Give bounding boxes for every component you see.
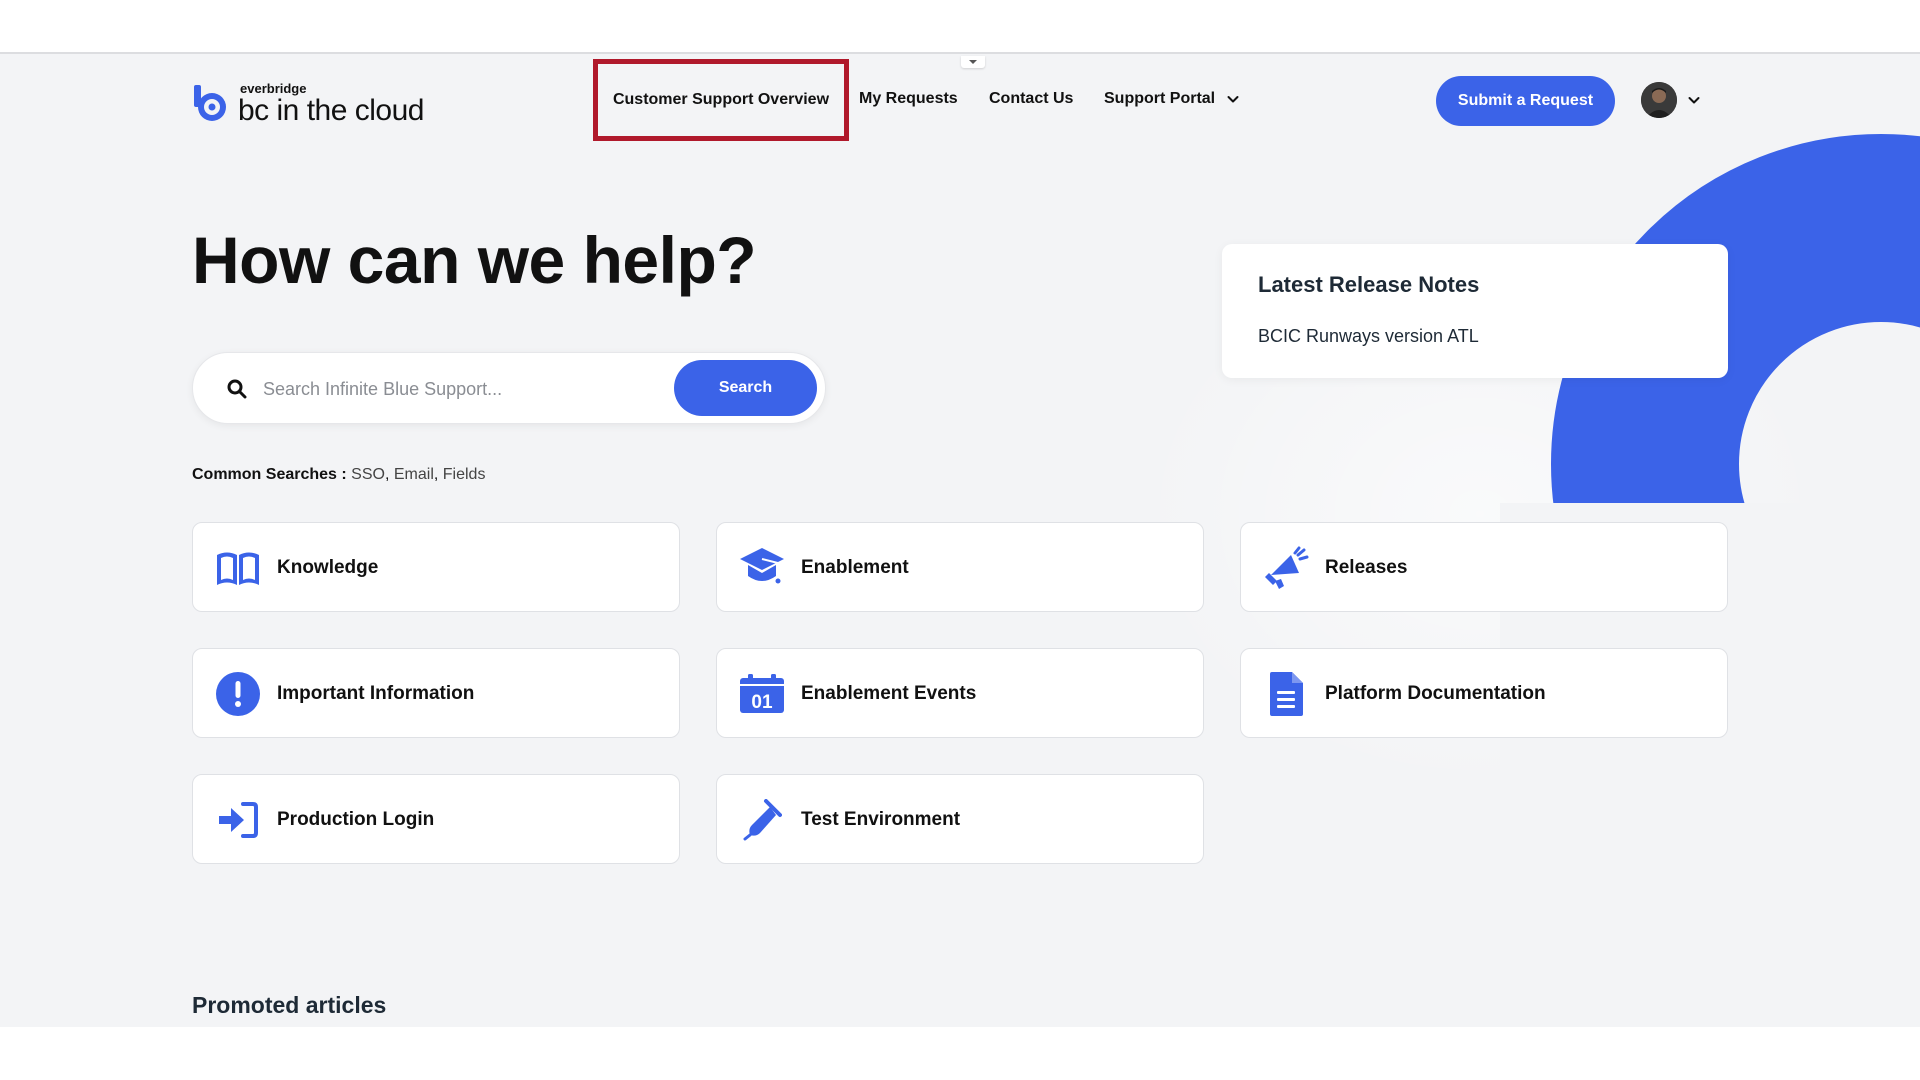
release-notes-title: Latest Release Notes bbox=[1258, 272, 1480, 297]
release-notes-link[interactable]: BCIC Runways version ATL bbox=[1258, 326, 1479, 347]
tile-label: Enablement Events bbox=[801, 683, 977, 704]
document-icon bbox=[1261, 669, 1311, 719]
common-searches-label: Common Searches : bbox=[192, 466, 347, 483]
search-input[interactable] bbox=[263, 369, 643, 409]
logo-mark-icon bbox=[192, 83, 230, 125]
search-button[interactable]: Search bbox=[674, 360, 817, 416]
tile-important-information[interactable]: Important Information bbox=[192, 648, 680, 738]
tile-label: Releases bbox=[1325, 557, 1408, 578]
tile-production-login[interactable]: Production Login bbox=[192, 774, 680, 864]
megaphone-icon bbox=[1261, 543, 1311, 593]
graduation-cap-icon bbox=[737, 543, 787, 593]
tile-platform-documentation[interactable]: Platform Documentation bbox=[1240, 648, 1728, 738]
tile-label: Enablement bbox=[801, 557, 909, 578]
nav-my-requests[interactable]: My Requests bbox=[859, 90, 958, 108]
tile-label: Test Environment bbox=[801, 809, 961, 830]
separator: , bbox=[384, 466, 394, 483]
tile-label: Platform Documentation bbox=[1325, 683, 1546, 704]
calendar-day-text: 01 bbox=[751, 692, 773, 713]
caret-down-icon bbox=[969, 60, 977, 64]
common-search-fields[interactable]: Fields bbox=[443, 466, 486, 483]
collapse-tab[interactable] bbox=[961, 56, 985, 68]
book-open-icon bbox=[213, 543, 263, 593]
tile-label: Important Information bbox=[277, 683, 475, 704]
tile-test-environment[interactable]: Test Environment bbox=[716, 774, 1204, 864]
logo-product: bc in the cloud bbox=[238, 94, 424, 127]
sign-in-icon bbox=[213, 795, 263, 845]
nav-item-label: Support Portal bbox=[1104, 90, 1216, 107]
separator: , bbox=[433, 466, 443, 483]
brand-logo[interactable]: everbridge bc in the cloud bbox=[192, 79, 424, 129]
chevron-down-icon bbox=[1227, 96, 1239, 103]
nav-customer-support-overview[interactable]: Customer Support Overview bbox=[593, 59, 849, 141]
user-photo-icon bbox=[1641, 82, 1677, 118]
promoted-articles-heading: Promoted articles bbox=[192, 992, 387, 1018]
help-center-page: everbridge bc in the cloud Customer Supp… bbox=[0, 52, 1920, 1027]
tile-enablement-events[interactable]: 01 Enablement Events bbox=[716, 648, 1204, 738]
search-icon bbox=[227, 379, 247, 399]
latest-release-notes-card: Latest Release Notes BCIC Runways versio… bbox=[1222, 244, 1728, 378]
browser-bottom-area bbox=[0, 1027, 1920, 1080]
exclamation-circle-icon bbox=[213, 669, 263, 719]
tile-knowledge[interactable]: Knowledge bbox=[192, 522, 680, 612]
submit-request-button[interactable]: Submit a Request bbox=[1436, 76, 1615, 126]
nav-support-portal[interactable]: Support Portal bbox=[1104, 90, 1241, 108]
tile-label: Production Login bbox=[277, 809, 435, 830]
common-search-sso[interactable]: SSO bbox=[351, 466, 385, 483]
tile-enablement[interactable]: Enablement bbox=[716, 522, 1204, 612]
search-bar: Search bbox=[192, 352, 826, 424]
common-search-email[interactable]: Email bbox=[394, 466, 434, 483]
account-menu-chevron-icon[interactable] bbox=[1686, 92, 1702, 108]
nav-contact-us[interactable]: Contact Us bbox=[989, 90, 1073, 108]
test-tube-icon bbox=[737, 795, 787, 845]
page-title: How can we help? bbox=[192, 223, 757, 297]
nav-item-label: Customer Support Overview bbox=[612, 91, 830, 108]
user-avatar[interactable] bbox=[1641, 82, 1677, 118]
calendar-icon: 01 bbox=[737, 669, 787, 719]
tile-releases[interactable]: Releases bbox=[1240, 522, 1728, 612]
browser-top-area bbox=[0, 0, 1920, 52]
tile-label: Knowledge bbox=[277, 557, 379, 578]
common-searches: Common Searches : SSO, Email, Fields bbox=[192, 466, 485, 484]
